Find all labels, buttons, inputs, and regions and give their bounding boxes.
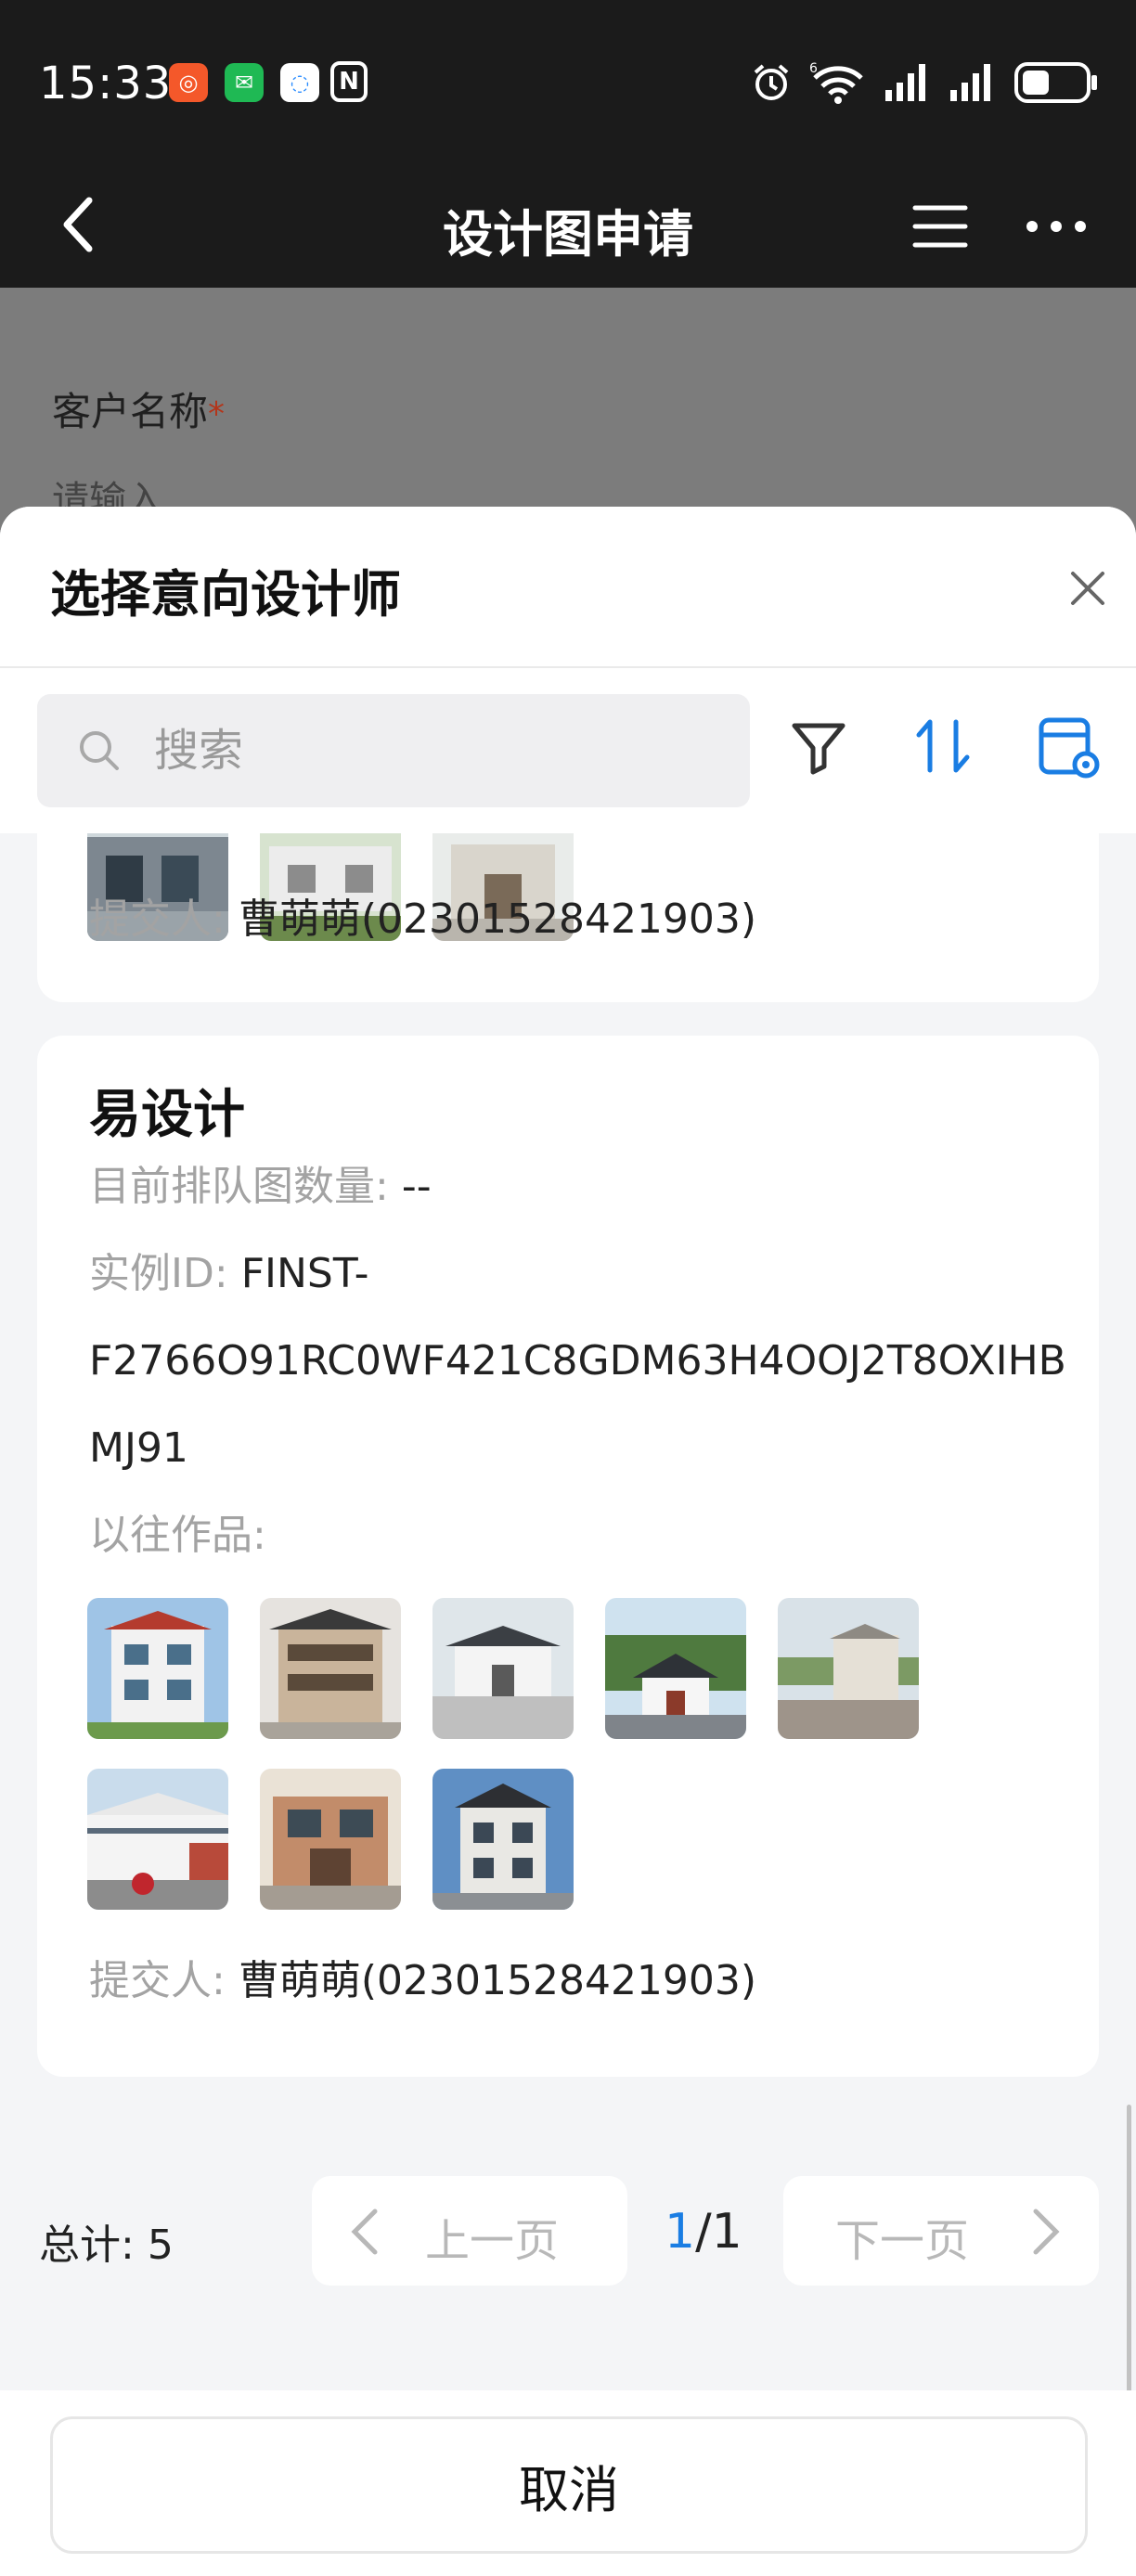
filter-icon[interactable] xyxy=(781,709,856,783)
designer-card[interactable]: 易设计 目前排队图数量: -- 实例ID: FINST- F2766O91RC0… xyxy=(37,1036,1099,2077)
work-thumbnail[interactable] xyxy=(87,1598,228,1739)
work-thumbnail[interactable] xyxy=(87,1769,228,1910)
designer-picker-sheet: 选择意向设计师 提交人: 曹萌萌(02301528421903) xyxy=(0,507,1136,2576)
submitter-row: 提交人: 曹萌萌(02301528421903) xyxy=(89,876,1064,963)
instance-id-label: 实例ID: xyxy=(89,1250,228,1297)
designer-list: 提交人: 曹萌萌(02301528421903) 易设计 目前排队图数量: --… xyxy=(0,833,1136,2576)
chevron-left-icon xyxy=(351,2209,378,2255)
sheet-title: 选择意向设计师 xyxy=(50,565,401,624)
field-label-text: 客户名称 xyxy=(52,389,209,434)
work-thumbnail[interactable] xyxy=(260,1769,401,1910)
work-thumbnail[interactable] xyxy=(605,1598,746,1739)
works-label: 以往作品: xyxy=(89,1512,266,1559)
customer-name-label: 客户名称* xyxy=(52,380,225,437)
next-page-label: 下一页 xyxy=(835,2215,970,2267)
work-thumbnail[interactable] xyxy=(432,1769,574,1910)
alarm-icon xyxy=(754,64,789,100)
sheet-footer: 取消 xyxy=(0,2390,1136,2576)
search-box[interactable] xyxy=(37,694,750,807)
close-icon[interactable] xyxy=(1058,559,1117,618)
queue-count-value: -- xyxy=(401,1163,432,1210)
status-time: 15:33 xyxy=(39,58,173,109)
kuaishou-icon: ◎ xyxy=(169,63,208,102)
prev-page-button[interactable]: 上一页 xyxy=(312,2176,627,2286)
signal-icon xyxy=(950,64,990,101)
battery-icon xyxy=(1014,62,1097,103)
wifi-6-icon: 6 xyxy=(809,61,863,104)
nfc-icon: N xyxy=(330,61,368,102)
chat-bubble-icon: ◌ xyxy=(280,63,319,102)
sort-icon[interactable] xyxy=(906,709,980,783)
total-label: 总计: xyxy=(39,2222,135,2269)
next-page-button[interactable]: 下一页 xyxy=(783,2176,1099,2286)
instance-id-value: F2766O91RC0WF421C8GDM63H4OOJ2T8OXIHBMJ91 xyxy=(89,1337,1066,1472)
submitter-label: 提交人: xyxy=(89,1957,226,2004)
work-thumbnail[interactable] xyxy=(260,1598,401,1739)
queue-count-row: 目前排队图数量: -- xyxy=(89,1143,1064,1230)
submitter-value: 曹萌萌(02301528421903) xyxy=(238,895,757,943)
instance-id-value-start: FINST- xyxy=(240,1250,369,1297)
designer-card[interactable]: 提交人: 曹萌萌(02301528421903) xyxy=(37,833,1099,1002)
total-pages: /1 xyxy=(695,2204,742,2260)
designer-name: 易设计 xyxy=(89,1085,245,1145)
nav-bar: 设计图申请 xyxy=(0,167,1136,288)
page-indicator: 1/1 xyxy=(665,2204,742,2260)
more-icon[interactable] xyxy=(1019,189,1093,264)
search-input[interactable] xyxy=(154,694,711,807)
work-thumbnail[interactable] xyxy=(778,1598,919,1739)
work-thumbnail[interactable] xyxy=(432,1598,574,1739)
submitter-label: 提交人: xyxy=(89,895,226,943)
required-mark: * xyxy=(208,395,226,433)
cancel-button[interactable]: 取消 xyxy=(50,2416,1088,2554)
svg-text:6: 6 xyxy=(809,61,818,76)
search-toolbar xyxy=(0,668,1136,833)
instance-id-row: 实例ID: FINST- xyxy=(89,1230,1064,1318)
total-count: 总计: 5 xyxy=(39,2211,174,2271)
works-row: 以往作品: xyxy=(89,1492,1064,1579)
current-page: 1 xyxy=(665,2204,696,2260)
submitter-row: 提交人: 曹萌萌(02301528421903) xyxy=(89,1938,1064,2025)
chevron-right-icon xyxy=(1033,2209,1060,2255)
menu-icon[interactable] xyxy=(908,189,973,264)
view-settings-icon[interactable] xyxy=(1030,709,1104,783)
submitter-value: 曹萌萌(02301528421903) xyxy=(238,1957,757,2004)
queue-count-label: 目前排队图数量: xyxy=(89,1163,389,1210)
sheet-header: 选择意向设计师 xyxy=(0,507,1136,668)
status-bar: 15:33 ◎ ✉ ◌ N 6 xyxy=(0,0,1136,167)
total-value: 5 xyxy=(147,2222,174,2269)
prev-page-label: 上一页 xyxy=(425,2215,560,2267)
signal-icon xyxy=(885,64,925,101)
search-icon xyxy=(80,731,119,770)
wechat-icon: ✉ xyxy=(225,63,264,102)
pagination: 总计: 5 上一页 1/1 下一页 xyxy=(0,2176,1136,2306)
